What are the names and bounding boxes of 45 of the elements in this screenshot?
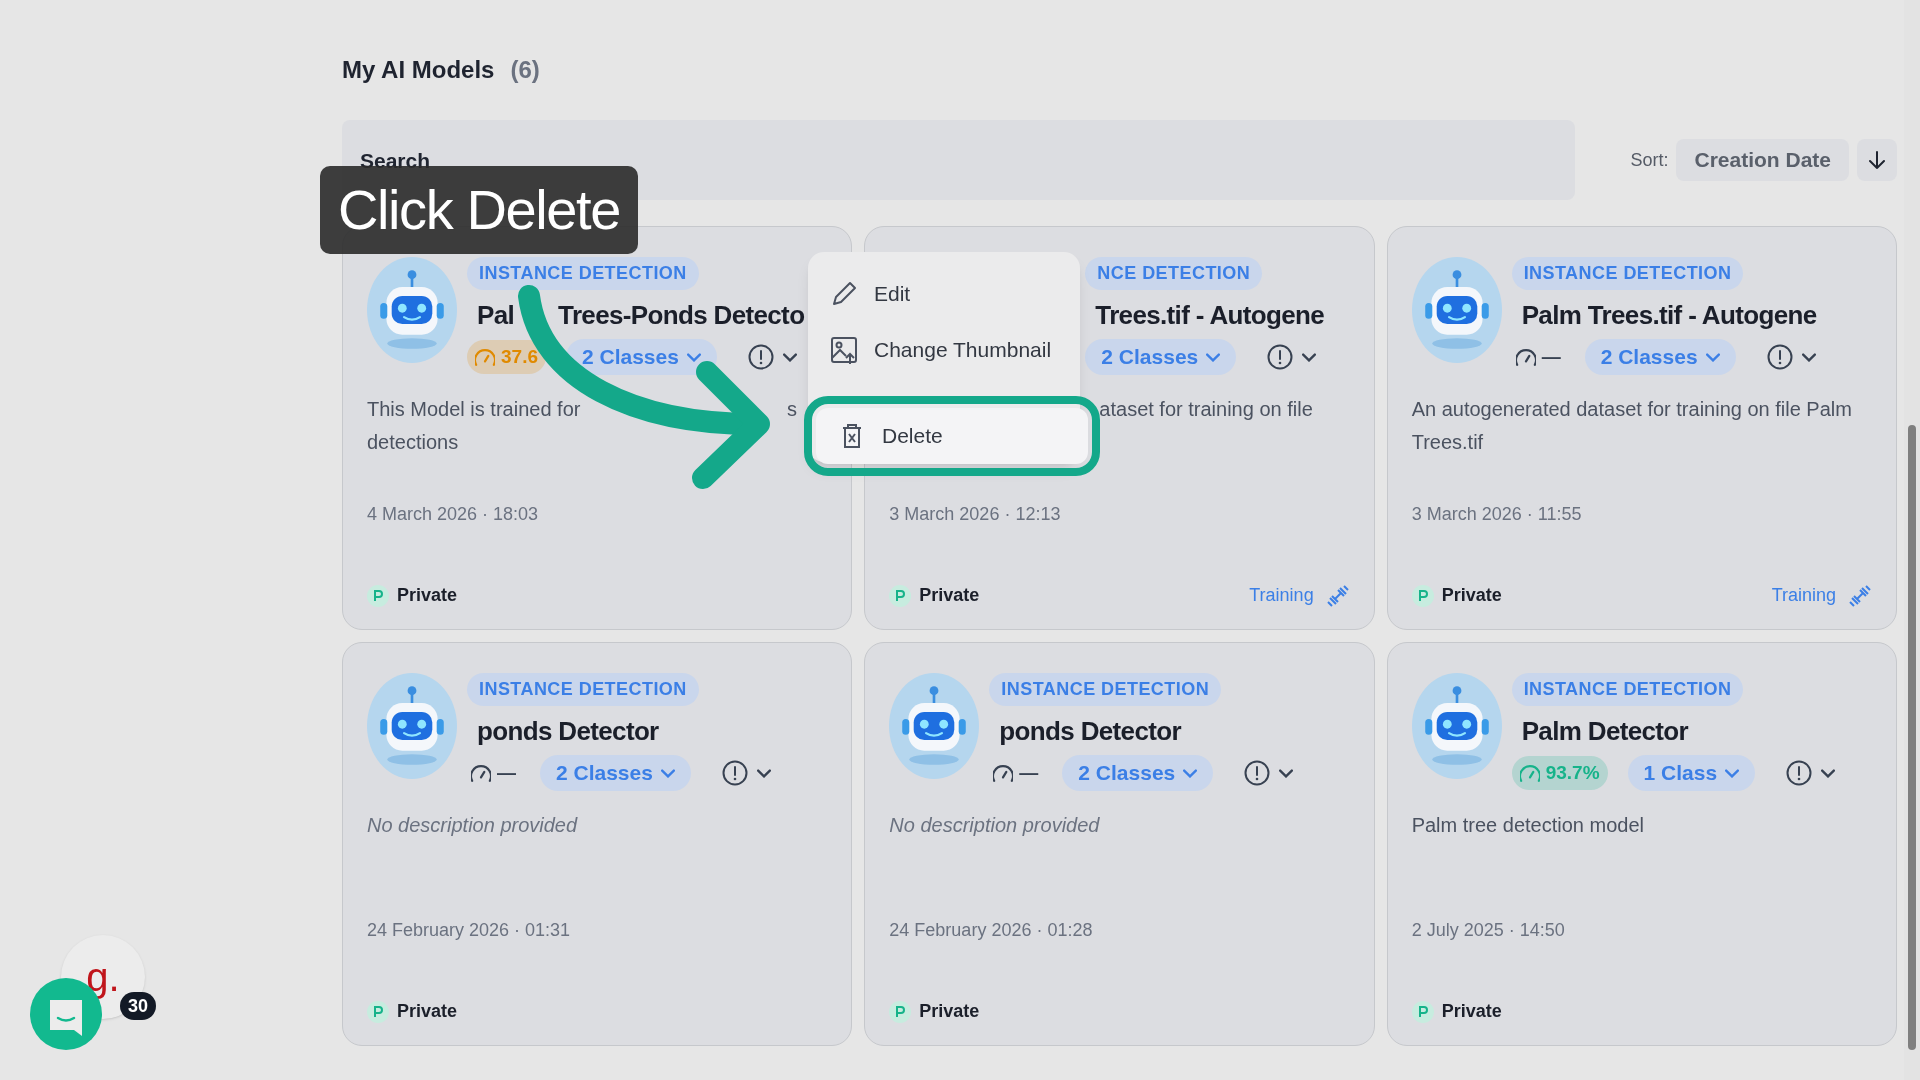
accuracy-value: — [497,760,516,785]
visibility-label: Private [397,584,458,607]
description-text: An autogenerated dataset for training on file Palm Trees.tif [1411,397,1853,455]
model-type-badge: INSTANCE DETECTION [467,673,699,706]
training-status: Training [1771,584,1836,607]
description-text: No description provided [889,813,1101,838]
model-title: Trees-Ponds Detecto [558,299,805,332]
created-date: 3 March 2026 · 12:13 [889,503,1062,526]
model-title: Palm Trees.tif - Autogene [1521,299,1817,332]
model-type-badge: INSTANCE DETECTION [1511,257,1744,290]
model-title: ponds Detector [999,715,1181,748]
notification-count: 30 [120,992,157,1020]
visibility-label: Private [1441,1000,1502,1023]
visibility-label: Private [919,1000,980,1023]
accuracy-value: 93.7% [1545,760,1600,785]
model-title: ponds Detector [477,715,659,748]
created-date: 24 February 2026 · 01:31 [367,919,572,942]
description-text: s [787,397,797,422]
description-text: ataset for training on file [1099,397,1314,422]
visibility-label: Private [919,584,980,607]
model-title: Palm Detector [1521,715,1689,748]
created-date: 24 February 2026 · 01:28 [889,919,1094,942]
description-text: Palm tree detection model [1411,813,1645,838]
created-date: 3 March 2026 · 11:55 [1411,503,1583,526]
description-text: No description provided [367,813,579,838]
accuracy-value: — [1541,344,1561,369]
model-type-badge: NCE DETECTION [1085,257,1263,290]
model-title: Pal [477,299,515,332]
model-count: (6) [510,55,540,85]
accuracy-value: 37.6 [501,344,538,369]
visibility-label: Private [1441,584,1502,607]
tutorial-tooltip: Click Delete [320,166,638,254]
accuracy-value: — [1019,760,1039,785]
page-title: My AI Models [342,55,495,85]
model-type-badge: INSTANCE DETECTION [467,257,699,290]
description-text: This Model is trained for [367,397,582,422]
model-title: Trees.tif - Autogene [1095,299,1325,332]
visibility-label: Private [397,1000,458,1023]
model-type-badge: INSTANCE DETECTION [989,673,1222,706]
training-status: Training [1249,584,1314,607]
created-date: 4 March 2026 · 18:03 [367,503,540,526]
model-type-badge: INSTANCE DETECTION [1511,673,1744,706]
description-text: detections [367,430,460,455]
created-date: 2 July 2025 · 14:50 [1411,919,1566,942]
sort-label: Sort: [1630,148,1669,172]
